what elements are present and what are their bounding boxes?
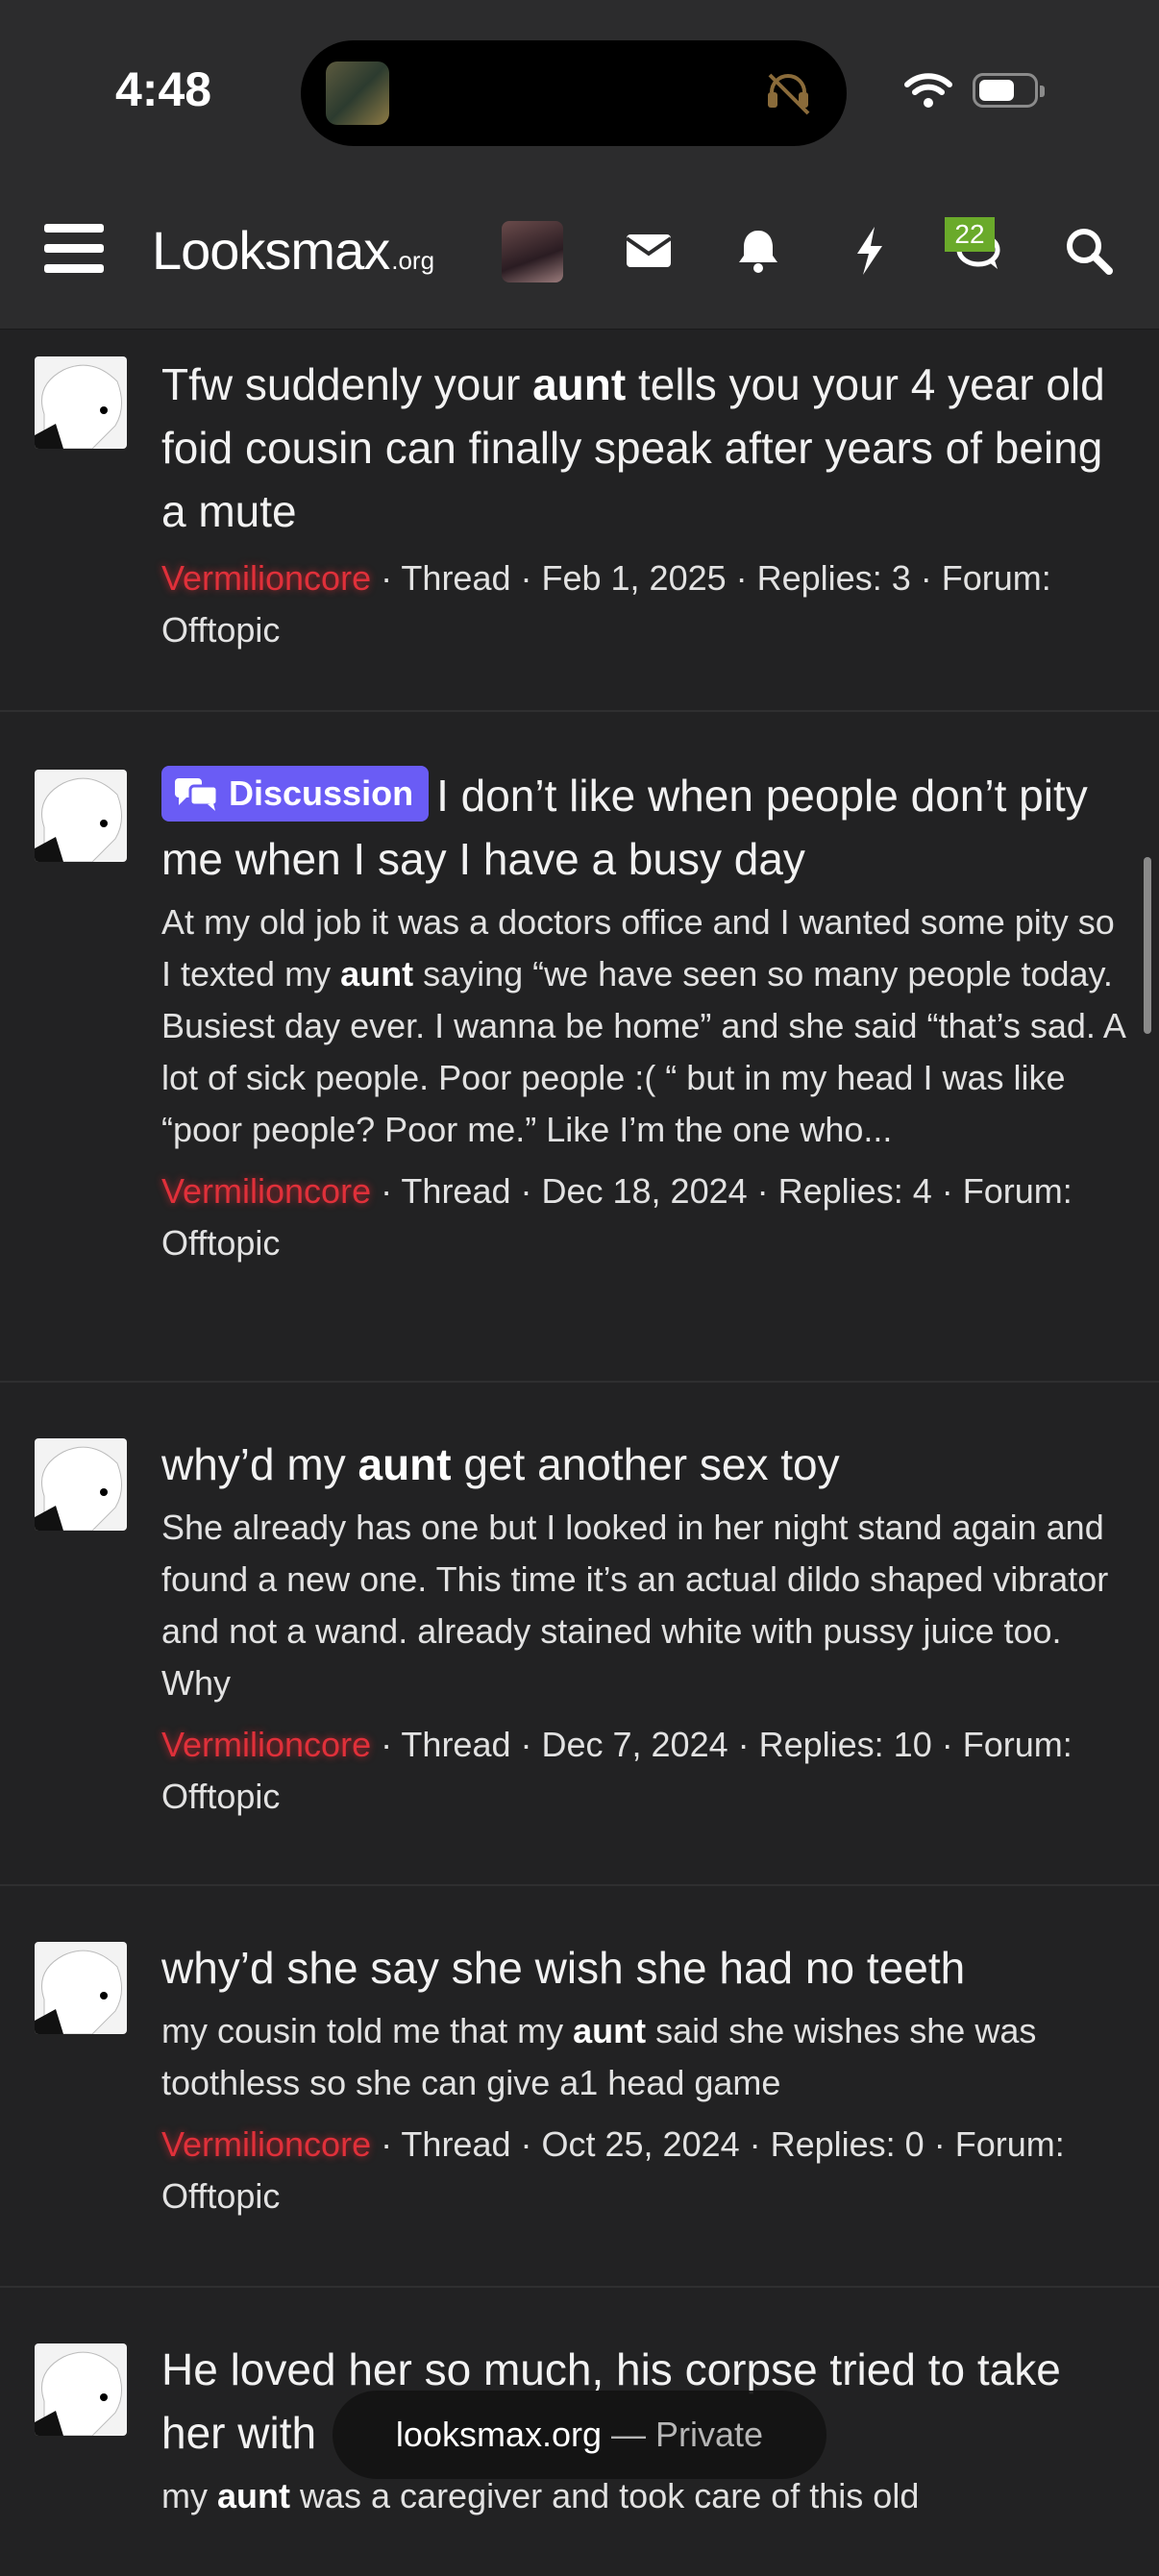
- now-playing-artwork: [326, 61, 389, 125]
- author-avatar[interactable]: [35, 770, 127, 862]
- result-meta: Vermilioncore · Thread · Dec 7, 2024 · R…: [161, 1725, 1073, 1816]
- author-avatar[interactable]: [35, 1942, 127, 2034]
- result-snippet: At my old job it was a doctors office an…: [161, 902, 1124, 1149]
- search-result[interactable]: Discussion I don’t like when people don’t…: [0, 712, 1159, 1383]
- site-logo[interactable]: Looksmax.org: [152, 219, 434, 282]
- user-avatar[interactable]: [502, 221, 563, 282]
- result-meta: Vermilioncore · Thread · Dec 18, 2024 · …: [161, 1171, 1073, 1263]
- author-link[interactable]: Vermilioncore: [161, 558, 371, 598]
- url-domain: looksmax.org: [395, 2415, 603, 2454]
- wifi-icon: [904, 73, 952, 108]
- author-link[interactable]: Vermilioncore: [161, 2124, 371, 2164]
- private-mode-label: — Private: [602, 2415, 764, 2454]
- muted-audio-icon: [768, 73, 810, 115]
- result-meta: Vermilioncore · Thread · Oct 25, 2024 · …: [161, 2124, 1065, 2216]
- lightning-icon[interactable]: [840, 221, 900, 281]
- search-result[interactable]: why’d my aunt get another sex toy She al…: [0, 1383, 1159, 1886]
- url-bar[interactable]: looksmax.org — Private: [333, 2391, 826, 2479]
- author-avatar[interactable]: [35, 1438, 127, 1531]
- result-title[interactable]: why’d my aunt get another sex toy: [161, 1433, 1130, 1496]
- result-snippet: my cousin told me that my aunt said she …: [161, 2011, 1037, 2102]
- result-title[interactable]: why’d she say she wish she had no teeth: [161, 1936, 1130, 1999]
- search-result[interactable]: why’d she say she wish she had no teeth …: [0, 1886, 1159, 2288]
- author-link[interactable]: Vermilioncore: [161, 1171, 371, 1211]
- status-time: 4:48: [115, 62, 212, 116]
- search-icon[interactable]: [1059, 221, 1119, 281]
- search-results-list: Tfw suddenly your aunt tells you your 4 …: [0, 330, 1159, 2576]
- result-meta: Vermilioncore · Thread · Feb 1, 2025 · R…: [161, 558, 1051, 650]
- conversations-count-badge: 22: [945, 217, 995, 252]
- scrollbar-thumb[interactable]: [1144, 857, 1151, 1034]
- author-avatar[interactable]: [35, 2343, 127, 2436]
- discussion-label[interactable]: Discussion: [161, 766, 430, 822]
- battery-icon: [973, 73, 1045, 108]
- author-avatar[interactable]: [35, 356, 127, 449]
- result-title[interactable]: Discussion I don’t like when people don’t…: [161, 764, 1130, 891]
- dynamic-island[interactable]: [301, 40, 847, 146]
- author-link[interactable]: Vermilioncore: [161, 1725, 371, 1764]
- search-result[interactable]: Tfw suddenly your aunt tells you your 4 …: [0, 330, 1159, 712]
- menu-icon[interactable]: [44, 224, 104, 276]
- top-bar: 4:48 Looksmax.org 22: [0, 0, 1159, 330]
- bell-icon[interactable]: [728, 221, 788, 281]
- result-snippet: She already has one but I looked in her …: [161, 1508, 1109, 1703]
- envelope-icon[interactable]: [619, 221, 678, 281]
- result-title[interactable]: Tfw suddenly your aunt tells you your 4 …: [161, 353, 1130, 543]
